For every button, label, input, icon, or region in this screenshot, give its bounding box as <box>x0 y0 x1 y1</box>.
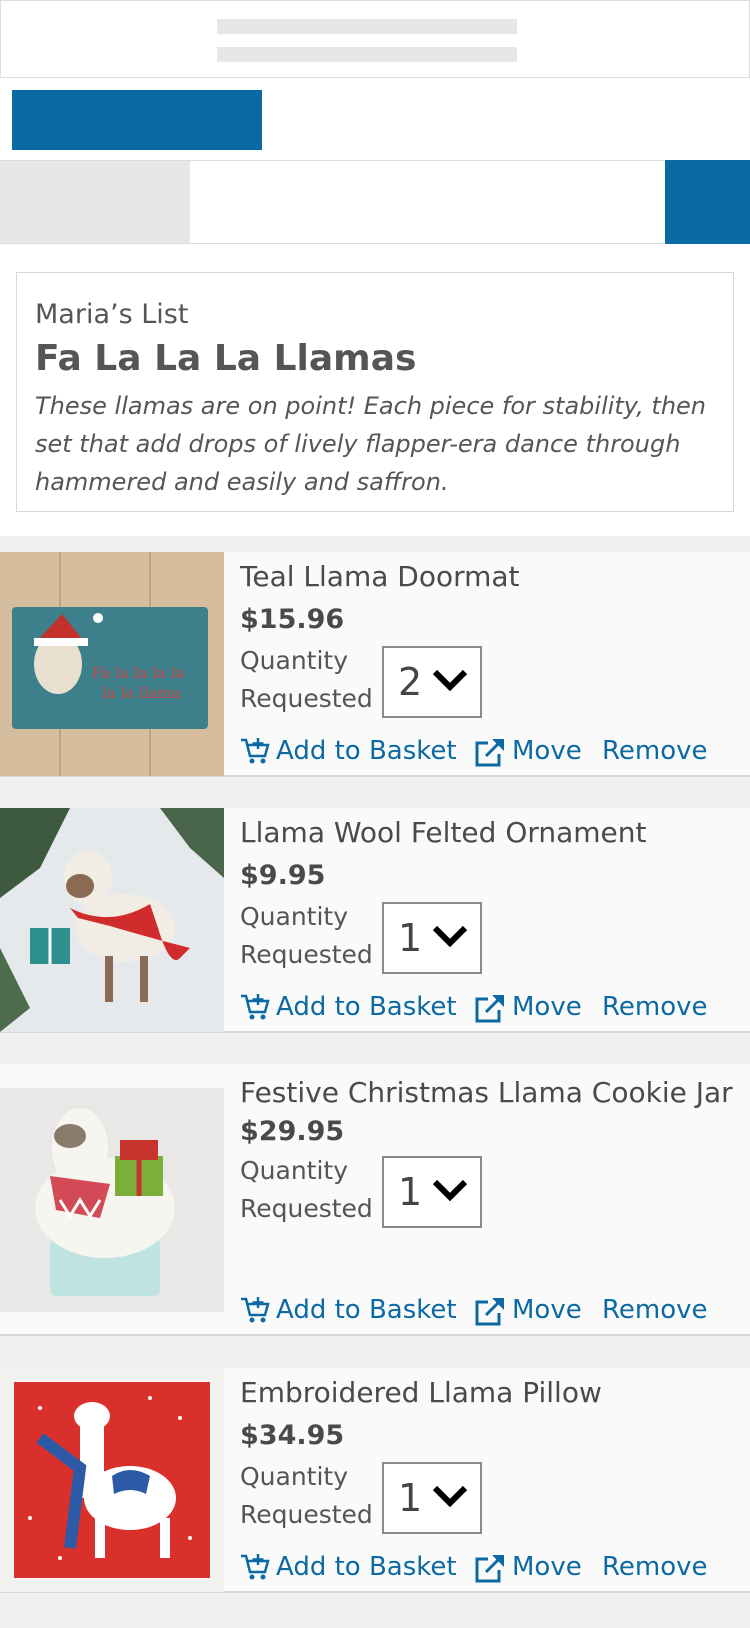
search-category-placeholder[interactable] <box>0 161 190 243</box>
item-info: Llama Wool Felted Ornament $9.95 Quantit… <box>240 814 742 976</box>
search-input[interactable] <box>190 161 665 243</box>
quantity-label: Quantity Requested <box>240 646 373 713</box>
move-label: Move <box>512 1552 582 1582</box>
cart-plus-icon <box>241 738 270 764</box>
move-label: Move <box>512 1295 582 1325</box>
remove-button[interactable]: Remove <box>602 987 708 1027</box>
quantity-value: 1 <box>398 1170 423 1214</box>
product-name[interactable]: Embroidered Llama Pillow <box>240 1374 742 1412</box>
product-price: $9.95 <box>240 860 326 891</box>
list-owner: Maria’s List <box>35 299 189 330</box>
list-item: Festive Christmas Llama Cookie Jar $29.9… <box>0 1064 750 1336</box>
list-item: Embroidered Llama Pillow $34.95 Quantity… <box>0 1368 750 1593</box>
cart-plus-icon <box>241 994 270 1020</box>
item-actions: Add to Basket Move Remove <box>240 731 750 771</box>
remove-button[interactable]: Remove <box>602 1290 708 1330</box>
remove-button[interactable]: Remove <box>602 731 708 771</box>
quantity-select[interactable]: 1 <box>382 1462 482 1534</box>
list-item: Llama Wool Felted Ornament $9.95 Quantit… <box>0 808 750 1033</box>
add-to-basket-button[interactable]: Add to Basket <box>240 987 457 1027</box>
skeleton-line <box>217 19 517 34</box>
external-link-icon <box>475 994 504 1023</box>
external-link-icon <box>475 738 504 767</box>
teal-llama-doormat-image[interactable]: Fa la la la la la la llama <box>0 552 224 776</box>
product-name[interactable]: Llama Wool Felted Ornament <box>240 814 742 852</box>
search-bar <box>0 160 750 244</box>
external-link-icon <box>475 1297 504 1326</box>
quantity-label: Quantity Requested <box>240 1462 373 1529</box>
chevron-down-icon <box>432 1179 468 1202</box>
skeleton-line <box>217 47 517 62</box>
list-info-card: Maria’s List Fa La La La Llamas These ll… <box>16 272 734 512</box>
product-price: $34.95 <box>240 1420 345 1451</box>
add-to-basket-button[interactable]: Add to Basket <box>240 731 457 771</box>
chevron-down-icon <box>432 925 468 948</box>
embroidered-llama-pillow-image[interactable] <box>0 1368 224 1592</box>
quantity-label: Quantity Requested <box>240 1156 373 1223</box>
quantity-label: Quantity Requested <box>240 902 373 969</box>
item-actions: Add to Basket Move Remove <box>240 1547 750 1587</box>
cart-plus-icon <box>241 1297 270 1323</box>
move-label: Move <box>512 736 582 766</box>
quantity-value: 2 <box>398 660 423 704</box>
add-to-basket-label: Add to Basket <box>276 736 457 766</box>
product-price: $15.96 <box>240 604 345 635</box>
add-to-basket-button[interactable]: Add to Basket <box>240 1547 457 1587</box>
svg-text:Fa la la la la: Fa la la la la <box>92 664 184 682</box>
quantity-select[interactable]: 2 <box>382 646 482 718</box>
product-price: $29.95 <box>240 1116 345 1147</box>
item-info: Festive Christmas Llama Cookie Jar $29.9… <box>240 1074 742 1230</box>
cart-plus-icon <box>241 1554 270 1580</box>
remove-button[interactable]: Remove <box>602 1547 708 1587</box>
item-actions: Add to Basket Move Remove <box>240 987 750 1027</box>
move-button[interactable]: Move <box>474 987 582 1027</box>
logo-placeholder[interactable] <box>12 90 262 150</box>
external-link-icon <box>475 1554 504 1583</box>
list-description: These llamas are on point! Each piece fo… <box>35 392 707 496</box>
llama-felted-ornament-image[interactable] <box>0 808 224 1032</box>
llama-cookie-jar-image[interactable] <box>0 1088 224 1312</box>
chevron-down-icon <box>432 1485 468 1508</box>
item-info: Teal Llama Doormat $15.96 Quantity Reque… <box>240 558 742 720</box>
list-title: Fa La La La Llamas <box>35 338 417 379</box>
quantity-select[interactable]: 1 <box>382 1156 482 1228</box>
item-actions: Add to Basket Move Remove <box>240 1290 750 1330</box>
quantity-value: 1 <box>398 916 423 960</box>
add-to-basket-button[interactable]: Add to Basket <box>240 1290 457 1330</box>
chevron-down-icon <box>432 669 468 692</box>
item-info: Embroidered Llama Pillow $34.95 Quantity… <box>240 1374 742 1536</box>
add-to-basket-label: Add to Basket <box>276 1552 457 1582</box>
move-label: Move <box>512 992 582 1022</box>
quantity-value: 1 <box>398 1476 423 1520</box>
add-to-basket-label: Add to Basket <box>276 992 457 1022</box>
header-placeholder <box>0 0 750 78</box>
move-button[interactable]: Move <box>474 1290 582 1330</box>
quantity-select[interactable]: 1 <box>382 902 482 974</box>
product-name[interactable]: Teal Llama Doormat <box>240 558 742 596</box>
list-item: Fa la la la la la la llama Teal Llama Do… <box>0 552 750 777</box>
move-button[interactable]: Move <box>474 1547 582 1587</box>
svg-text:la la llama: la la llama <box>102 684 181 702</box>
move-button[interactable]: Move <box>474 731 582 771</box>
add-to-basket-label: Add to Basket <box>276 1295 457 1325</box>
product-name[interactable]: Festive Christmas Llama Cookie Jar <box>240 1074 742 1112</box>
search-button[interactable] <box>665 160 750 244</box>
